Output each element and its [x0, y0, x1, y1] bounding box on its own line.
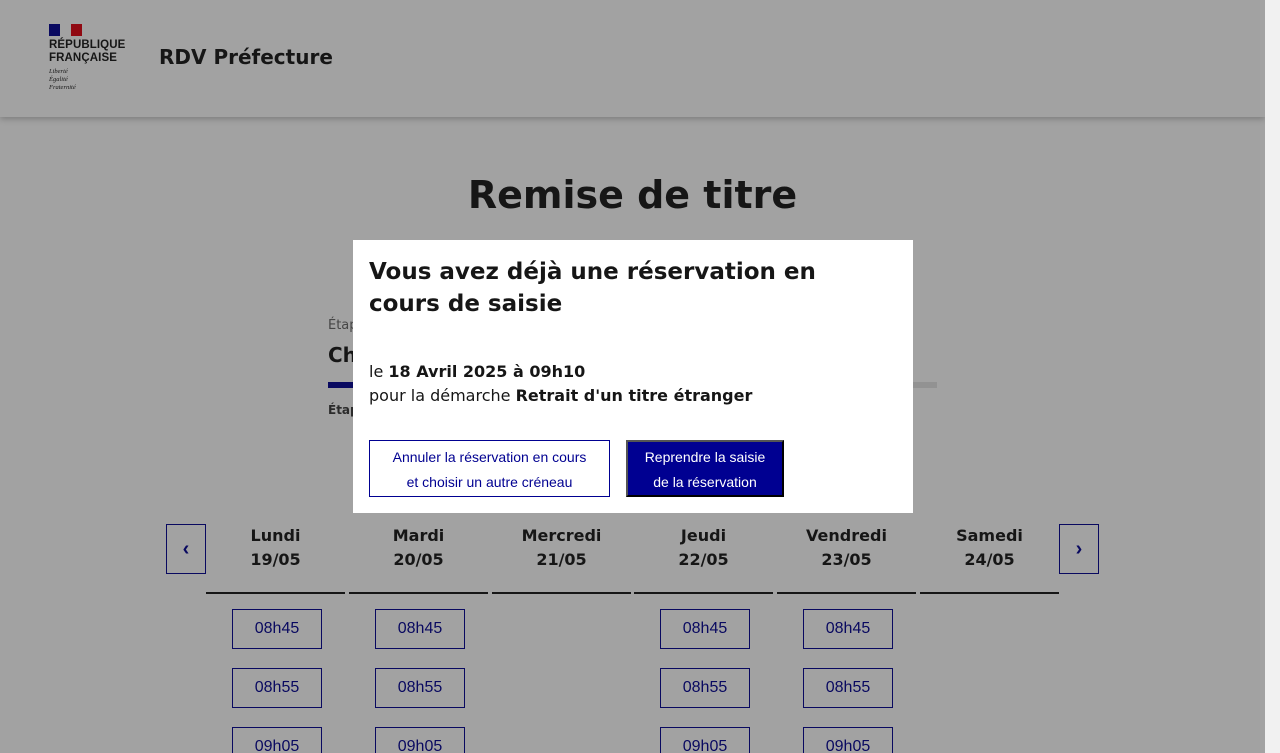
reservation-date: 18 Avril 2025 à 09h10	[388, 362, 586, 381]
cancel-label-1: Annuler la réservation en cours	[392, 449, 587, 465]
cancel-reservation-button[interactable]: Annuler la réservation en cours et chois…	[369, 440, 610, 497]
reservation-date-line: le 18 Avril 2025 à 09h10	[369, 360, 585, 384]
date-prefix: le	[369, 362, 389, 381]
cancel-label-2: et choisir un autre créneau	[406, 474, 573, 490]
resume-label-2: de la réservation	[653, 474, 757, 490]
resume-reservation-button[interactable]: Reprendre la saisie de la réservation	[626, 440, 784, 497]
modal-title: Vous avez déjà une réservation en cours …	[369, 259, 816, 317]
reservation-procedure: Retrait d'un titre étranger	[515, 386, 753, 405]
procedure-prefix: pour la démarche	[369, 386, 516, 405]
existing-reservation-modal: Vous avez déjà une réservation en cours …	[353, 240, 913, 513]
resume-label-1: Reprendre la saisie	[644, 449, 766, 465]
reservation-procedure-line: pour la démarche Retrait d'un titre étra…	[369, 384, 752, 408]
page-scrollbar[interactable]	[1265, 0, 1280, 753]
